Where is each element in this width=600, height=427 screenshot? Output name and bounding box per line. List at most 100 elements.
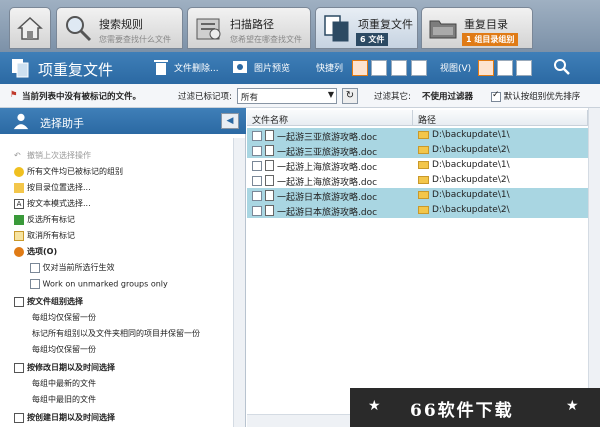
no-mark-notice: 当前列表中没有被标记的文件。 bbox=[22, 92, 142, 102]
row-checkbox[interactable] bbox=[252, 161, 262, 171]
default-priority-checkbox[interactable]: 默认按组别优先排序 bbox=[491, 90, 580, 102]
table-row[interactable]: 一起游日本旅游攻略.doc D:\backupdate\1\ bbox=[247, 188, 595, 203]
folder-duplicate-icon bbox=[429, 20, 457, 39]
undo-selection-item[interactable]: ↶ 撤销上次选择操作 bbox=[14, 150, 91, 161]
group-icon bbox=[14, 296, 24, 307]
file-name: 一起游三亚旅游攻略.doc bbox=[277, 148, 378, 158]
file-name: 一起游上海旅游攻略.doc bbox=[277, 178, 378, 188]
warning-icon bbox=[14, 166, 24, 177]
unmarked-groups-option[interactable]: Work on unmarked groups only bbox=[30, 279, 168, 289]
shortcut-list-label: 快捷列 bbox=[316, 64, 344, 74]
checkbox[interactable] bbox=[30, 262, 40, 273]
magnifier-icon bbox=[66, 16, 92, 42]
file-path: D:\backupdate\2\ bbox=[432, 145, 510, 155]
mark-same-folder-item[interactable]: 标记所有组别以及文件夹相同的项目并保留一份 bbox=[32, 328, 200, 339]
panel-header: 选择助手 ◀ bbox=[0, 108, 246, 134]
filter-marked-label: 过滤已标记项: bbox=[178, 92, 232, 102]
details-view-icon[interactable] bbox=[478, 60, 494, 76]
star-icon: ★ bbox=[368, 398, 381, 414]
checkbox[interactable] bbox=[30, 279, 40, 289]
folder-icon bbox=[418, 206, 429, 214]
list-view-icon[interactable] bbox=[371, 60, 387, 76]
tab-duplicate-dirs[interactable]: 重复目录 1 组目录组别 bbox=[421, 7, 533, 49]
view-menu[interactable]: 视图(V) bbox=[440, 61, 471, 74]
all-marked-groups-item[interactable]: 所有文件均已被标记的组别 bbox=[14, 166, 123, 177]
file-name: 一起游上海旅游攻略.doc bbox=[277, 163, 378, 173]
row-checkbox[interactable] bbox=[252, 176, 262, 186]
table-row[interactable]: 一起游日本旅游攻略.doc D:\backupdate\2\ bbox=[247, 203, 595, 218]
tab-scan-paths[interactable]: 扫描路径 您希望在哪查找文件 bbox=[187, 7, 311, 49]
current-row-only-option[interactable]: 仅对当前所选行生效 bbox=[30, 262, 115, 273]
invert-icon bbox=[14, 214, 24, 225]
tab-title: 重复目录 bbox=[464, 18, 508, 31]
top-tab-bar: 搜索规则 您需要查找什么文件 扫描路径 您希望在哪查找文件 项重复文件 6 文件… bbox=[0, 0, 600, 52]
flag-icon: ⚑ bbox=[10, 90, 18, 100]
filter-row: ⚑ 当前列表中没有被标记的文件。 过滤已标记项: 所有 ▼ ↻ 过滤其它: 不使… bbox=[0, 84, 600, 108]
image-preview-button[interactable]: 图片预览 bbox=[254, 61, 290, 74]
main-toolbar: 项重复文件 文件删除... 图片预览 快捷列 视图(V) bbox=[0, 52, 600, 84]
file-path: D:\backupdate\2\ bbox=[432, 175, 510, 185]
table-vertical-scrollbar[interactable] bbox=[588, 108, 600, 416]
text-icon: A bbox=[14, 198, 24, 209]
keep-one-item-2[interactable]: 每组均仅保留一份 bbox=[32, 344, 96, 355]
folder-icon bbox=[418, 176, 429, 184]
dir-count-badge: 1 组目录组别 bbox=[462, 33, 519, 46]
tab-home[interactable] bbox=[9, 7, 51, 49]
refresh-button[interactable]: ↻ bbox=[342, 88, 358, 104]
search-icon[interactable] bbox=[553, 58, 571, 76]
column-header-name[interactable]: 文件名称 bbox=[247, 110, 413, 126]
newest-file-item[interactable]: 每组中最新的文件 bbox=[32, 378, 96, 389]
duplicate-files-table: 文件名称 路径 一起游三亚旅游攻略.doc D:\backupdate\1\ 一… bbox=[247, 108, 600, 427]
duplicate-files-icon bbox=[12, 59, 29, 78]
filter-other-value[interactable]: 不使用过滤器 bbox=[422, 90, 473, 102]
tab-subtitle: 您需要查找什么文件 bbox=[99, 35, 171, 44]
tab-title: 搜索规则 bbox=[99, 18, 143, 31]
filter-marked-select[interactable]: 所有 ▼ bbox=[237, 88, 337, 104]
document-icon bbox=[265, 145, 274, 156]
invert-marks-item[interactable]: 反选所有标记 bbox=[14, 214, 75, 225]
table-row[interactable]: 一起游三亚旅游攻略.doc D:\backupdate\1\ bbox=[247, 128, 595, 143]
tab-search-rules[interactable]: 搜索规则 您需要查找什么文件 bbox=[56, 7, 183, 49]
table-row[interactable]: 一起游上海旅游攻略.doc D:\backupdate\1\ bbox=[247, 158, 595, 173]
tiles-view-icon[interactable] bbox=[516, 60, 532, 76]
collapse-panel-button[interactable]: ◀ bbox=[221, 113, 239, 129]
file-path: D:\backupdate\1\ bbox=[432, 130, 510, 140]
column-header-path[interactable]: 路径 bbox=[413, 110, 588, 126]
row-checkbox[interactable] bbox=[252, 131, 262, 141]
document-icon bbox=[265, 130, 274, 141]
filter-marked-value: 所有 bbox=[241, 93, 259, 103]
tab-duplicate-files[interactable]: 项重复文件 6 文件 bbox=[315, 7, 418, 49]
folder-icon bbox=[418, 146, 429, 154]
clear-icon bbox=[14, 230, 24, 241]
tab-title: 扫描路径 bbox=[230, 18, 274, 31]
home-icon bbox=[17, 16, 43, 40]
select-by-location-item[interactable]: 按目录位置选择... bbox=[14, 182, 91, 193]
oldest-file-item[interactable]: 每组中最旧的文件 bbox=[32, 394, 96, 405]
row-checkbox[interactable] bbox=[252, 191, 262, 201]
options-header[interactable]: 选项(O) bbox=[14, 246, 57, 257]
grid-view-icon[interactable] bbox=[352, 60, 368, 76]
select-by-text-item[interactable]: A 按文本模式选择... bbox=[14, 198, 91, 209]
selection-assistant-panel: 选择助手 ◀ ↶ 撤销上次选择操作 所有文件均已被标记的组别 按目录位置选择...… bbox=[0, 108, 246, 427]
panel-scrollbar[interactable] bbox=[233, 138, 245, 427]
row-checkbox[interactable] bbox=[252, 146, 262, 156]
watermark-text: 66软件下载 bbox=[410, 401, 514, 421]
image-preview-icon[interactable] bbox=[231, 58, 249, 76]
folder-icon bbox=[418, 131, 429, 139]
music-view-icon[interactable] bbox=[411, 60, 427, 76]
keep-one-item[interactable]: 每组均仅保留一份 bbox=[32, 312, 96, 323]
checkbox[interactable] bbox=[491, 90, 501, 102]
options-icon bbox=[14, 246, 24, 257]
thumbnail-view-icon[interactable] bbox=[391, 60, 407, 76]
calendar-icon bbox=[14, 362, 24, 373]
table-row[interactable]: 一起游上海旅游攻略.doc D:\backupdate\2\ bbox=[247, 173, 595, 188]
clear-marks-item[interactable]: 取消所有标记 bbox=[14, 230, 75, 241]
trash-icon[interactable] bbox=[152, 58, 170, 76]
panel-title: 选择助手 bbox=[40, 117, 84, 130]
document-icon bbox=[265, 190, 274, 201]
delete-files-button[interactable]: 文件删除... bbox=[174, 61, 219, 74]
table-row[interactable]: 一起游三亚旅游攻略.doc D:\backupdate\2\ bbox=[247, 143, 595, 158]
file-name: 一起游日本旅游攻略.doc bbox=[277, 208, 378, 218]
compact-view-icon[interactable] bbox=[497, 60, 513, 76]
row-checkbox[interactable] bbox=[252, 206, 262, 216]
